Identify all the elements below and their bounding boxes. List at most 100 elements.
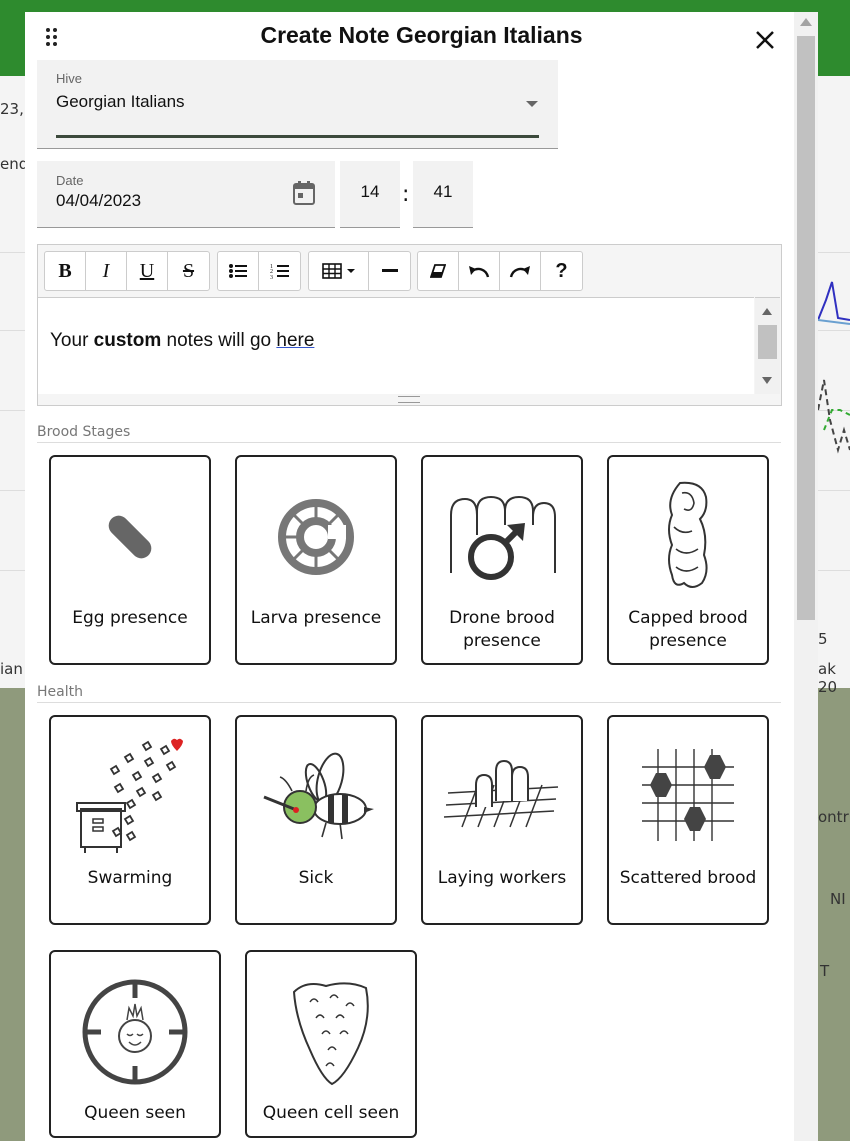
horizontal-rule-icon bbox=[381, 269, 398, 272]
chevron-down-icon bbox=[526, 101, 538, 107]
horizontal-rule-button[interactable] bbox=[369, 252, 410, 290]
queen-seen-icon bbox=[82, 979, 188, 1085]
hive-value: Georgian Italians bbox=[56, 92, 185, 111]
egg-presence-card[interactable]: Egg presence bbox=[49, 455, 211, 665]
modal-scrollbar[interactable] bbox=[794, 12, 818, 1141]
hour-field[interactable]: 14 bbox=[340, 161, 400, 228]
card-label: Sick bbox=[298, 868, 334, 888]
background-text: T bbox=[820, 962, 830, 980]
scattered-brood-icon bbox=[642, 749, 734, 841]
scroll-down-icon[interactable] bbox=[762, 377, 772, 384]
table-icon bbox=[321, 263, 355, 279]
date-value: 04/04/2023 bbox=[56, 191, 142, 210]
rich-text-editor: B I U S 123 ? Your custom notes will go … bbox=[37, 244, 782, 406]
health-section-title: Health bbox=[37, 684, 83, 700]
background-text: ontr bbox=[818, 808, 849, 826]
card-label: Larva presence bbox=[250, 608, 382, 628]
minute-value: 41 bbox=[433, 182, 453, 201]
section-divider bbox=[37, 442, 781, 443]
background-text: NI bbox=[830, 890, 846, 908]
laying-workers-icon bbox=[443, 759, 559, 828]
sick-bee-icon bbox=[263, 752, 374, 840]
background-text: ian bbox=[0, 660, 23, 678]
close-icon bbox=[756, 31, 774, 49]
editor-text-prefix: Your bbox=[50, 330, 94, 351]
section-divider bbox=[37, 702, 781, 703]
editor-text: Your custom notes will go here bbox=[50, 330, 314, 352]
help-button[interactable]: ? bbox=[541, 252, 582, 290]
format-group: B I U S bbox=[44, 251, 210, 291]
background-chart-lines bbox=[818, 281, 850, 454]
card-label: Queen cell seen bbox=[262, 1103, 400, 1123]
sick-card[interactable]: Sick bbox=[235, 715, 397, 925]
date-field[interactable]: Date 04/04/2023 bbox=[37, 161, 335, 228]
list-group: 123 bbox=[217, 251, 301, 291]
background-text: 5 bbox=[818, 630, 828, 648]
card-label: Scattered brood bbox=[619, 868, 757, 888]
background-text: ak 20 bbox=[818, 660, 838, 696]
numbered-list-button[interactable]: 123 bbox=[259, 252, 300, 290]
scroll-up-icon[interactable] bbox=[762, 308, 772, 315]
bold-button[interactable]: B bbox=[45, 252, 86, 290]
editor-scroll-thumb[interactable] bbox=[758, 325, 777, 359]
time-separator: : bbox=[402, 182, 410, 207]
larva-presence-card[interactable]: Larva presence bbox=[235, 455, 397, 665]
hive-select[interactable]: Hive Georgian Italians bbox=[37, 60, 558, 149]
scattered-brood-card[interactable]: Scattered brood bbox=[607, 715, 769, 925]
swarming-card[interactable]: Swarming bbox=[49, 715, 211, 925]
brood-section-title: Brood Stages bbox=[37, 424, 131, 440]
date-label: Date bbox=[56, 173, 84, 188]
editor-text-middle: notes will go bbox=[161, 330, 277, 351]
hive-label: Hive bbox=[56, 71, 83, 86]
drone-brood-icon bbox=[450, 495, 556, 580]
larva-icon bbox=[278, 499, 354, 575]
capped-brood-presence-card[interactable]: Capped brood presence bbox=[607, 455, 769, 665]
redo-button[interactable] bbox=[500, 252, 541, 290]
undo-icon bbox=[469, 266, 490, 278]
egg-icon bbox=[108, 515, 152, 559]
bullet-list-icon bbox=[229, 264, 247, 278]
editor-text-bold: custom bbox=[93, 330, 162, 351]
close-button[interactable] bbox=[753, 28, 777, 52]
card-label: Egg presence bbox=[72, 608, 188, 628]
undo-button[interactable] bbox=[459, 252, 500, 290]
queen-cell-icon bbox=[292, 982, 369, 1086]
card-label: Swarming bbox=[87, 868, 173, 888]
strikethrough-button[interactable]: S bbox=[168, 252, 209, 290]
clear-format-button[interactable] bbox=[418, 252, 459, 290]
modal-scroll-thumb[interactable] bbox=[797, 36, 815, 620]
bullet-list-button[interactable] bbox=[218, 252, 259, 290]
table-button[interactable] bbox=[309, 252, 369, 290]
card-label: Queen seen bbox=[84, 1103, 186, 1123]
editor-toolbar: B I U S 123 ? bbox=[38, 245, 781, 297]
card-label: Drone brood presence bbox=[449, 608, 555, 651]
card-label: Laying workers bbox=[437, 868, 567, 888]
create-note-modal: Create Note Georgian Italians Hive Georg… bbox=[25, 12, 818, 1141]
redo-icon bbox=[509, 266, 530, 278]
history-group: ? bbox=[417, 251, 583, 291]
editor-content[interactable]: Your custom notes will go here bbox=[38, 297, 754, 394]
modal-title: Create Note Georgian Italians bbox=[260, 22, 583, 48]
hour-value: 14 bbox=[360, 182, 380, 201]
background-text: 23, bbox=[0, 100, 24, 118]
numbered-list-icon: 123 bbox=[270, 264, 289, 280]
scroll-up-icon[interactable] bbox=[800, 18, 812, 26]
queen-cell-seen-card[interactable]: Queen cell seen bbox=[245, 950, 417, 1138]
hive-underline bbox=[56, 135, 539, 138]
insert-group bbox=[308, 251, 411, 291]
svg-text:3: 3 bbox=[270, 275, 273, 280]
eraser-icon bbox=[430, 264, 446, 278]
calendar-icon[interactable] bbox=[292, 180, 316, 206]
capped-brood-icon bbox=[668, 481, 708, 588]
editor-scrollbar[interactable] bbox=[755, 297, 780, 394]
laying-workers-card[interactable]: Laying workers bbox=[421, 715, 583, 925]
swarming-icon bbox=[76, 738, 183, 853]
queen-seen-card[interactable]: Queen seen bbox=[49, 950, 221, 1138]
editor-text-underlined: here bbox=[276, 330, 315, 351]
card-label: Capped brood presence bbox=[628, 608, 748, 651]
editor-resize-handle[interactable] bbox=[398, 396, 420, 403]
underline-button[interactable]: U bbox=[127, 252, 168, 290]
drone-brood-presence-card[interactable]: Drone brood presence bbox=[421, 455, 583, 665]
minute-field[interactable]: 41 bbox=[413, 161, 473, 228]
italic-button[interactable]: I bbox=[86, 252, 127, 290]
